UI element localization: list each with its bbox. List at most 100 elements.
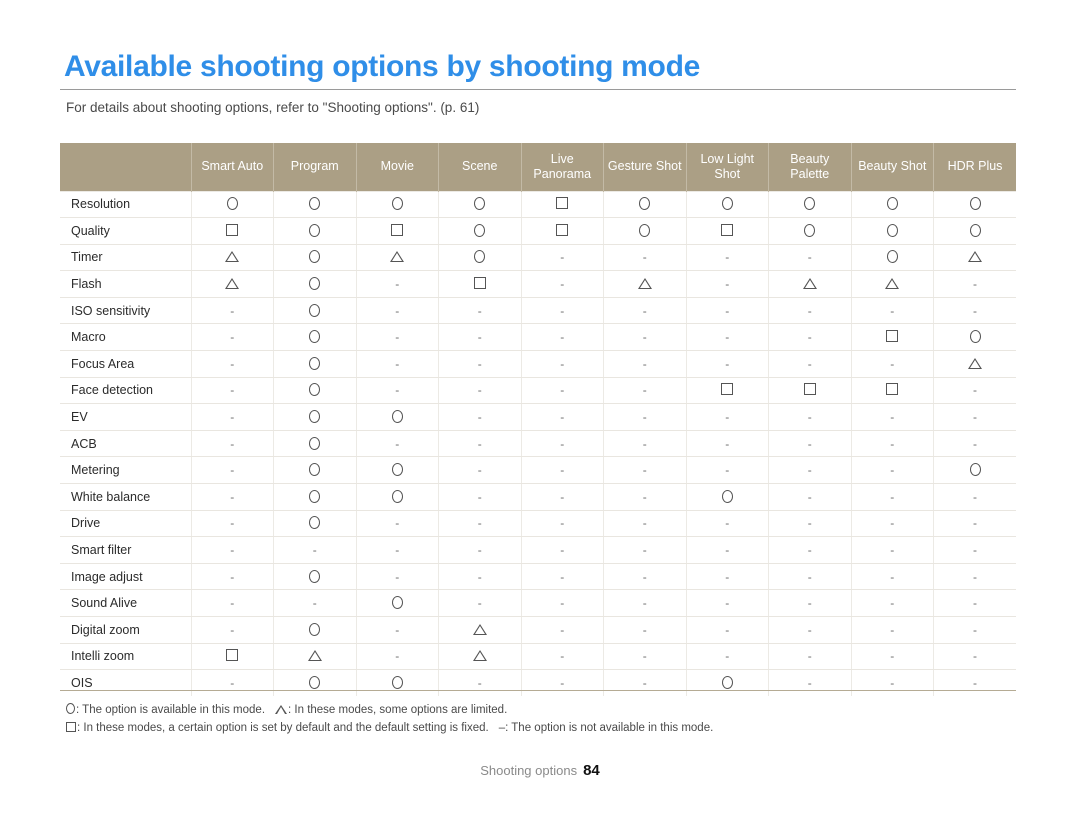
cell-11-0: - [191,483,274,511]
cell-12-5: - [603,510,687,538]
cell-4-8: - [851,297,934,325]
cell-6-6: - [686,350,769,378]
cell-12-2: - [356,510,439,538]
square-icon [473,277,486,290]
cell-8-5: - [603,403,687,431]
dash-icon: - [807,622,812,637]
cell-10-4: - [521,456,604,485]
cell-3-5 [603,270,687,298]
triangle-icon [225,278,240,290]
triangle-icon [307,650,322,662]
triangle-icon [637,278,652,290]
cell-0-0 [191,190,274,219]
row-label-flash: Flash [60,270,192,298]
cell-10-0: - [191,456,274,485]
cell-13-6: - [686,536,769,564]
cell-16-7: - [768,616,852,644]
square-icon [886,383,899,396]
page-title: Available shooting options by shooting m… [64,50,700,83]
dash-icon: - [395,303,400,318]
dash-icon: - [725,569,730,584]
dash-icon: - [477,410,482,425]
cell-2-9 [933,244,1016,272]
cell-5-2: - [356,323,439,352]
cell-9-3: - [438,430,522,458]
circle-icon [969,197,981,211]
cell-9-2: - [356,430,439,458]
cell-1-6 [686,217,769,245]
circle-icon [309,622,321,636]
dash-icon: - [560,463,565,478]
dash-icon: - [560,596,565,611]
dash-icon: - [642,569,647,584]
triangle-icon [885,278,900,290]
table-row: Face detection - - - - - - [60,377,1016,405]
dash-icon: - [477,463,482,478]
dash-icon: - [807,356,812,371]
footer-section-label: Shooting options [480,763,578,778]
cell-11-2 [356,483,439,511]
cell-18-5: - [603,669,687,697]
row-label-iso-sensitivity: ISO sensitivity [60,297,192,325]
cell-3-8 [851,270,934,298]
dash-icon: - [807,569,812,584]
triangle-icon [390,251,405,263]
cell-2-0 [191,244,274,272]
legend-dash-text: –: The option is not available in this m… [498,722,714,734]
square-icon [721,223,734,236]
cell-4-9: - [933,297,1016,325]
shooting-options-table: Smart Auto Program Movie Scene Live Panorama… [60,143,1016,697]
cell-0-2 [356,190,439,219]
cell-17-6: - [686,643,769,671]
table-row: Macro - - - - - - - [60,323,1016,352]
cell-0-8 [851,190,934,219]
legend: : The option is available in this mode.:… [66,701,1016,737]
dash-icon: - [807,410,812,425]
cell-4-3: - [438,297,522,325]
cell-12-0: - [191,510,274,538]
dash-icon: - [477,676,482,691]
square-icon [226,649,239,662]
circle-icon [886,223,898,237]
cell-17-5: - [603,643,687,671]
dash-icon: - [807,649,812,664]
dash-icon: - [725,649,730,664]
table-row: Timer - - - - [60,244,1016,272]
dash-icon: - [973,676,977,691]
page-number: 84 [583,762,600,779]
cell-0-6 [686,190,769,219]
cell-2-5: - [603,244,687,272]
cell-6-0: - [191,350,274,378]
dash-icon: - [230,569,235,584]
dash-icon: - [477,569,482,584]
table-header: Smart Auto Program Movie Scene Live Panorama… [60,143,1016,191]
cell-5-5: - [603,323,687,352]
table-row: Flash - - - - [60,270,1016,298]
cell-7-3: - [438,377,522,405]
cell-13-5: - [603,536,687,564]
cell-2-8 [851,244,934,272]
dash-icon: - [807,303,812,318]
circle-icon [639,197,651,211]
cell-15-8: - [851,589,934,617]
circle-icon [391,596,403,610]
square-icon [721,383,734,396]
dash-icon: - [230,596,235,611]
dash-icon: - [890,543,895,558]
column-header-scene: Scene [438,143,522,191]
cell-17-0 [191,643,274,671]
cell-11-5: - [603,483,687,511]
cell-7-4: - [521,377,604,405]
dash-icon: - [560,676,565,691]
dash-icon: - [560,250,565,265]
circle-icon [309,516,321,530]
cell-1-7 [768,217,852,245]
cell-12-1 [273,510,357,538]
row-label-acb: ACB [60,430,192,458]
cell-16-0: - [191,616,274,644]
circle-icon [721,676,733,690]
dash-icon: - [807,489,812,504]
dash-icon: - [477,383,482,398]
cell-2-6: - [686,244,769,272]
cell-1-8 [851,217,934,245]
